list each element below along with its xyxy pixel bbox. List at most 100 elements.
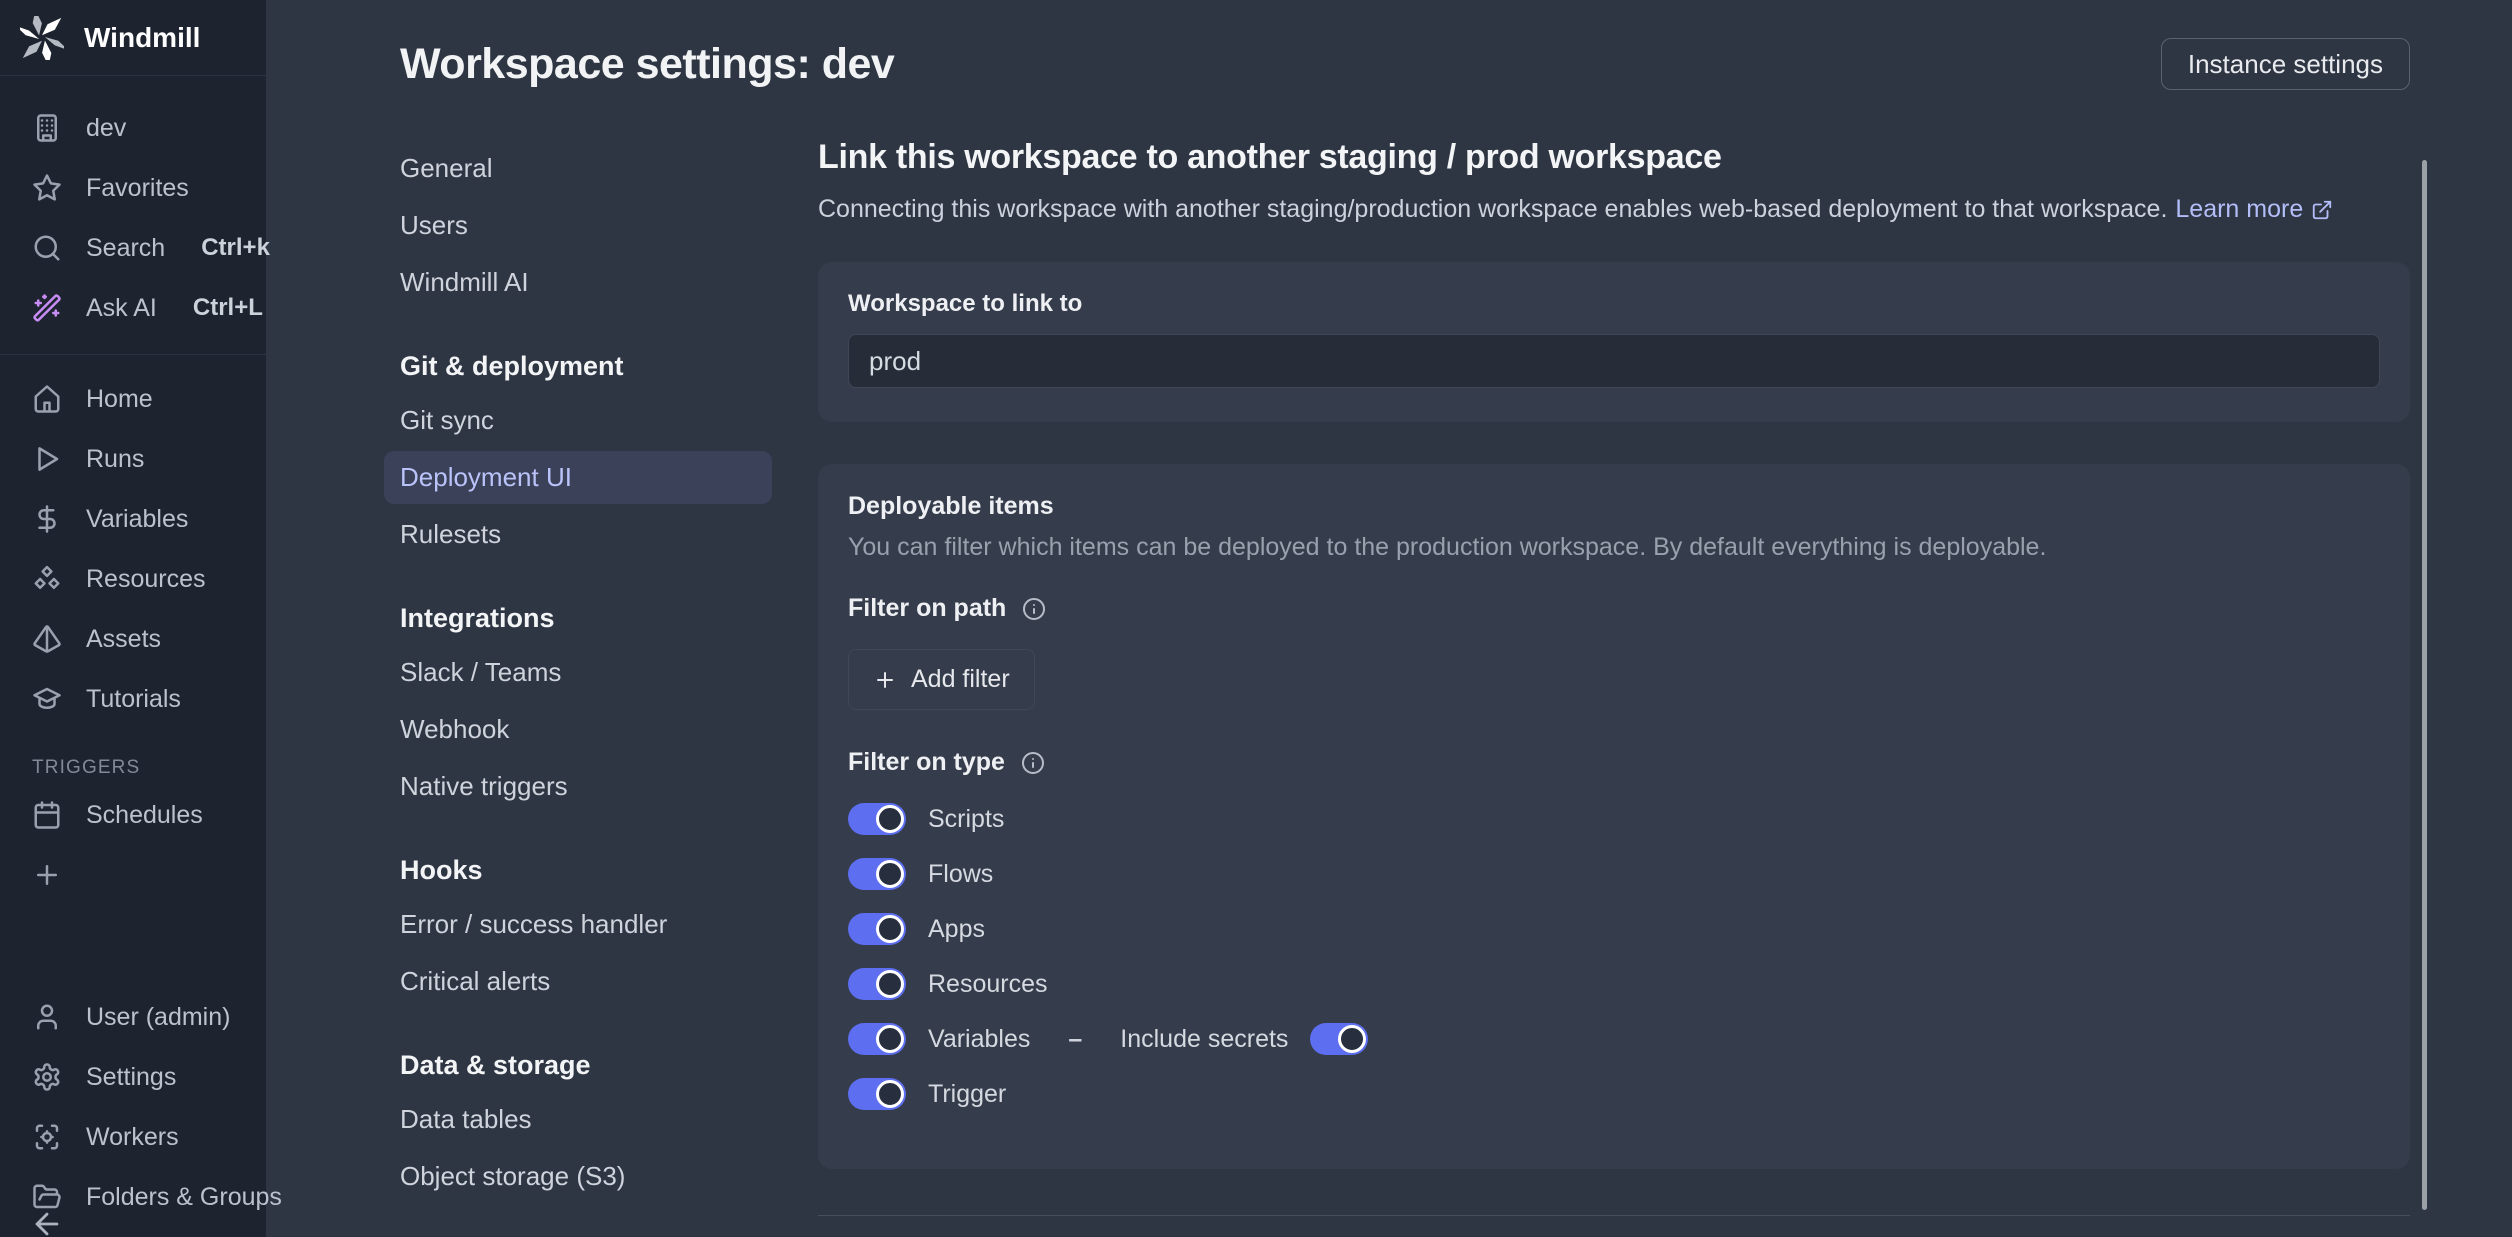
deployable-items-title: Deployable items	[848, 492, 2380, 521]
instance-settings-button[interactable]: Instance settings	[2161, 38, 2410, 90]
settings-nav-users[interactable]: Users	[384, 199, 772, 252]
add-filter-button[interactable]: Add filter	[848, 649, 1035, 710]
boxes-icon	[32, 564, 62, 594]
toggle-row-variables: Variables – Include secrets	[848, 1019, 2380, 1059]
settings-nav-slack-teams[interactable]: Slack / Teams	[384, 646, 772, 699]
settings-nav-deployment-ui[interactable]: Deployment UI	[384, 451, 772, 504]
settings-nav-error-success-handler[interactable]: Error / success handler	[384, 898, 772, 951]
settings-nav-general[interactable]: General	[384, 142, 772, 195]
workspace-settings-nav: General Users Windmill AI Git & deployme…	[384, 138, 772, 1237]
ask-ai-shortcut: Ctrl+L	[193, 294, 263, 322]
resources-toggle-label: Resources	[928, 970, 1048, 999]
info-icon[interactable]	[1021, 751, 1045, 775]
settings-nav-webhook[interactable]: Webhook	[384, 703, 772, 756]
calendar-icon	[32, 800, 62, 830]
settings-nav-git-sync[interactable]: Git sync	[384, 394, 772, 447]
toggle-row-flows: Flows	[848, 854, 2380, 894]
deployable-items-panel: Deployable items You can filter which it…	[818, 464, 2410, 1169]
variables-toggle-label: Variables	[928, 1025, 1030, 1054]
sidebar-item-tutorials[interactable]: Tutorials	[0, 669, 266, 729]
sidebar-resources-label: Resources	[86, 565, 206, 594]
flows-toggle-label: Flows	[928, 860, 993, 889]
app-sidebar: Windmill dev Favorites	[0, 0, 266, 1237]
trigger-toggle-label: Trigger	[928, 1080, 1006, 1109]
workspace-link-panel: Workspace to link to	[818, 262, 2410, 422]
collapse-sidebar-arrow-icon[interactable]	[30, 1207, 64, 1237]
toggle-knob	[876, 1025, 904, 1053]
settings-nav-critical-alerts[interactable]: Critical alerts	[384, 955, 772, 1008]
sidebar-item-runs[interactable]: Runs	[0, 429, 266, 489]
graduation-cap-icon	[32, 684, 62, 714]
user-icon	[32, 1002, 62, 1032]
settings-nav-object-storage[interactable]: Object storage (S3)	[384, 1150, 772, 1203]
sidebar-item-schedules[interactable]: Schedules	[0, 785, 266, 845]
page-title: Workspace settings: dev	[400, 40, 894, 89]
toggle-knob	[876, 970, 904, 998]
brand-logo[interactable]: Windmill	[0, 0, 266, 76]
sidebar-workspace-label: dev	[86, 114, 126, 143]
sidebar-section-triggers: TRIGGERS	[0, 729, 266, 785]
main-area: Workspace settings: dev Instance setting…	[266, 0, 2512, 1237]
scripts-toggle-label: Scripts	[928, 805, 1004, 834]
workspace-link-label: Workspace to link to	[848, 290, 2380, 318]
sidebar-item-settings[interactable]: Settings	[0, 1047, 266, 1107]
variables-toggle[interactable]	[848, 1023, 906, 1055]
learn-more-link[interactable]: Learn more	[2175, 195, 2333, 224]
magic-wand-icon	[32, 293, 62, 323]
sidebar-item-workspace[interactable]: dev	[0, 98, 266, 158]
scripts-toggle[interactable]	[848, 803, 906, 835]
sidebar-runs-label: Runs	[86, 445, 144, 474]
sidebar-item-user[interactable]: User (admin)	[0, 987, 266, 1047]
star-icon	[32, 173, 62, 203]
sidebar-favorites-label: Favorites	[86, 174, 189, 203]
include-secrets-toggle[interactable]	[1310, 1023, 1368, 1055]
windmill-logo-icon	[20, 16, 64, 60]
settings-nav-native-triggers[interactable]: Native triggers	[384, 760, 772, 813]
toggle-row-resources: Resources	[848, 964, 2380, 1004]
apps-toggle-label: Apps	[928, 915, 985, 944]
pyramid-icon	[32, 624, 62, 654]
info-icon[interactable]	[1022, 597, 1046, 621]
sidebar-tutorials-label: Tutorials	[86, 685, 181, 714]
sidebar-item-workers[interactable]: Workers	[0, 1107, 266, 1167]
sidebar-item-variables[interactable]: Variables	[0, 489, 266, 549]
sidebar-schedules-label: Schedules	[86, 801, 203, 830]
sidebar-add-button[interactable]	[0, 845, 266, 905]
sidebar-folders-label: Folders & Groups	[86, 1183, 282, 1212]
content-divider	[818, 1215, 2410, 1216]
sidebar-item-assets[interactable]: Assets	[0, 609, 266, 669]
deployment-ui-content: Link this workspace to another staging /…	[818, 138, 2410, 1237]
search-icon	[32, 233, 62, 263]
sidebar-workers-label: Workers	[86, 1123, 179, 1152]
sidebar-settings-label: Settings	[86, 1063, 176, 1092]
flows-toggle[interactable]	[848, 858, 906, 890]
sidebar-user-label: User (admin)	[86, 1003, 230, 1032]
settings-nav-section-hooks: Hooks	[400, 855, 772, 886]
sidebar-item-search[interactable]: Search Ctrl+k	[0, 218, 266, 278]
settings-nav-data-tables[interactable]: Data tables	[384, 1093, 772, 1146]
scrollbar-thumb[interactable]	[2422, 160, 2427, 1210]
sidebar-item-ask-ai[interactable]: Ask AI Ctrl+L	[0, 278, 266, 338]
sidebar-divider	[0, 354, 266, 355]
workspace-link-input[interactable]	[848, 334, 2380, 388]
toggle-knob	[1338, 1025, 1366, 1053]
apps-toggle[interactable]	[848, 913, 906, 945]
sidebar-item-home[interactable]: Home	[0, 369, 266, 429]
sidebar-variables-label: Variables	[86, 505, 188, 534]
trigger-toggle[interactable]	[848, 1078, 906, 1110]
sidebar-item-favorites[interactable]: Favorites	[0, 158, 266, 218]
toggle-row-scripts: Scripts	[848, 799, 2380, 839]
settings-nav-rulesets[interactable]: Rulesets	[384, 508, 772, 561]
sidebar-ask-ai-label: Ask AI	[86, 294, 157, 323]
deployable-items-description: You can filter which items can be deploy…	[848, 533, 2380, 562]
sidebar-search-label: Search	[86, 234, 165, 263]
building-icon	[32, 113, 62, 143]
dash-separator: –	[1068, 1025, 1082, 1054]
sidebar-item-resources[interactable]: Resources	[0, 549, 266, 609]
search-shortcut: Ctrl+k	[201, 234, 270, 262]
play-icon	[32, 444, 62, 474]
toggle-knob	[876, 860, 904, 888]
settings-nav-windmill-ai[interactable]: Windmill AI	[384, 256, 772, 309]
resources-toggle[interactable]	[848, 968, 906, 1000]
toggle-knob	[876, 1080, 904, 1108]
